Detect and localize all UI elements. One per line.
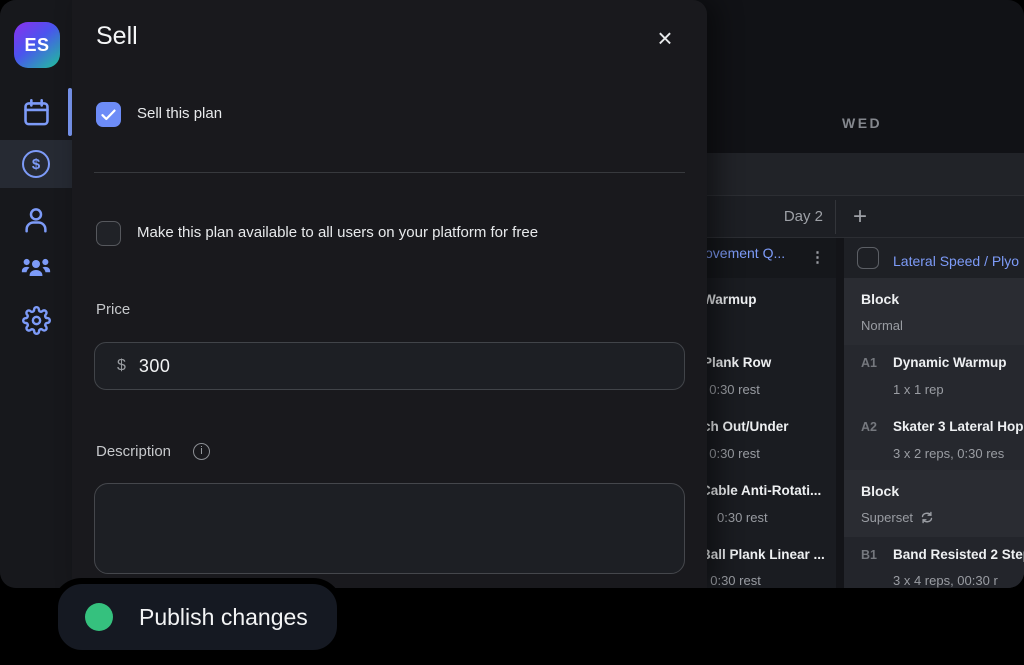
currency-symbol: $ — [117, 357, 126, 375]
price-input[interactable]: $ 300 — [94, 342, 685, 390]
description-textarea[interactable] — [94, 483, 685, 574]
sell-this-plan-label: Sell this plan — [137, 105, 222, 123]
exercise-name[interactable]: Band Resisted 2 Step — [893, 546, 1024, 564]
workout-title-link[interactable]: Lateral Speed / Plyo — [893, 252, 1019, 270]
sidebar-item-client[interactable] — [0, 196, 72, 244]
app-window: WED Day 2 + ovement Q... ⋮ Warmup Plank … — [0, 0, 1024, 588]
exercise-order-label: A1 — [861, 354, 877, 372]
exercise-name[interactable]: Cable Anti-Rotati... — [707, 482, 821, 500]
workout-title-link[interactable]: ovement Q... — [707, 244, 785, 262]
block-header: Block — [861, 482, 899, 500]
sidebar-item-teams[interactable] — [0, 244, 72, 292]
person-icon — [21, 205, 51, 235]
sidebar-item-calendar[interactable] — [0, 88, 72, 136]
sell-this-plan-checkbox[interactable] — [96, 102, 121, 127]
add-day-button[interactable]: + — [844, 201, 876, 233]
publish-changes-button[interactable]: Publish changes — [52, 578, 343, 656]
exercise-meta: , 0:30 rest — [707, 445, 760, 463]
free-plan-label: Make this plan available to all users on… — [137, 224, 538, 242]
exercise-meta: . 0:30 rest — [707, 572, 761, 588]
exercise-name[interactable]: ch Out/Under — [707, 418, 789, 436]
sidebar-item-settings[interactable] — [0, 296, 72, 344]
superset-cycle-icon — [920, 511, 934, 524]
info-icon[interactable]: i — [193, 443, 210, 460]
block-type: Normal — [861, 317, 903, 335]
exercise-name[interactable]: Plank Row — [707, 354, 771, 372]
exercise-order-label: A2 — [861, 418, 877, 436]
sell-modal: Sell × Sell this plan Make this plan ava… — [72, 0, 707, 588]
people-icon — [20, 252, 52, 284]
exercise-name[interactable]: Ball Plank Linear ... — [707, 546, 825, 564]
price-label: Price — [96, 301, 130, 319]
exercise-name[interactable]: Skater 3 Lateral Hop — [893, 418, 1024, 436]
screenshot-canvas: WED Day 2 + ovement Q... ⋮ Warmup Plank … — [0, 0, 1024, 665]
workout-column-left: ovement Q... ⋮ Warmup Plank Row , 0:30 r… — [707, 238, 836, 588]
exercise-meta: 3 x 2 reps, 0:30 res — [893, 445, 1004, 463]
exercise-name[interactable]: Dynamic Warmup — [893, 354, 1007, 372]
checkmark-icon — [101, 109, 116, 121]
avatar[interactable]: ES — [14, 22, 60, 68]
workout-select-checkbox[interactable] — [857, 247, 879, 269]
modal-title: Sell — [96, 22, 138, 51]
price-value: 300 — [139, 356, 171, 377]
exercise-name[interactable]: Warmup — [707, 291, 757, 309]
close-icon[interactable]: × — [649, 22, 681, 54]
workout-column-left-header: ovement Q... ⋮ — [707, 238, 836, 278]
gear-icon — [22, 306, 51, 335]
workout-column-right: Lateral Speed / Plyo Block Normal A1 Dyn… — [844, 238, 1024, 588]
exercise-order-label: B1 — [861, 546, 877, 564]
exercise-meta: 3 x 4 reps, 00:30 r — [893, 572, 998, 588]
sidebar-item-payments[interactable]: $ — [0, 140, 72, 188]
status-dot-icon — [85, 603, 113, 631]
free-plan-checkbox[interactable] — [96, 221, 121, 246]
column-gap — [836, 238, 844, 588]
column-divider — [835, 200, 836, 234]
publish-changes-label: Publish changes — [139, 604, 308, 631]
weekday-header: WED — [842, 114, 882, 132]
block-header: Block — [861, 290, 899, 308]
day-label[interactable]: Day 2 — [707, 208, 823, 226]
sidebar: ES $ — [0, 0, 72, 588]
block-type: Superset — [861, 509, 934, 527]
calendar-icon — [21, 97, 52, 128]
exercise-meta: 0:30 rest — [717, 509, 768, 527]
divider — [94, 172, 685, 173]
kebab-menu-icon[interactable]: ⋮ — [810, 249, 825, 267]
dollar-icon: $ — [22, 150, 50, 178]
description-label: Description — [96, 443, 171, 461]
exercise-meta: , 0:30 rest — [707, 381, 760, 399]
exercise-meta: 1 x 1 rep — [893, 381, 944, 399]
